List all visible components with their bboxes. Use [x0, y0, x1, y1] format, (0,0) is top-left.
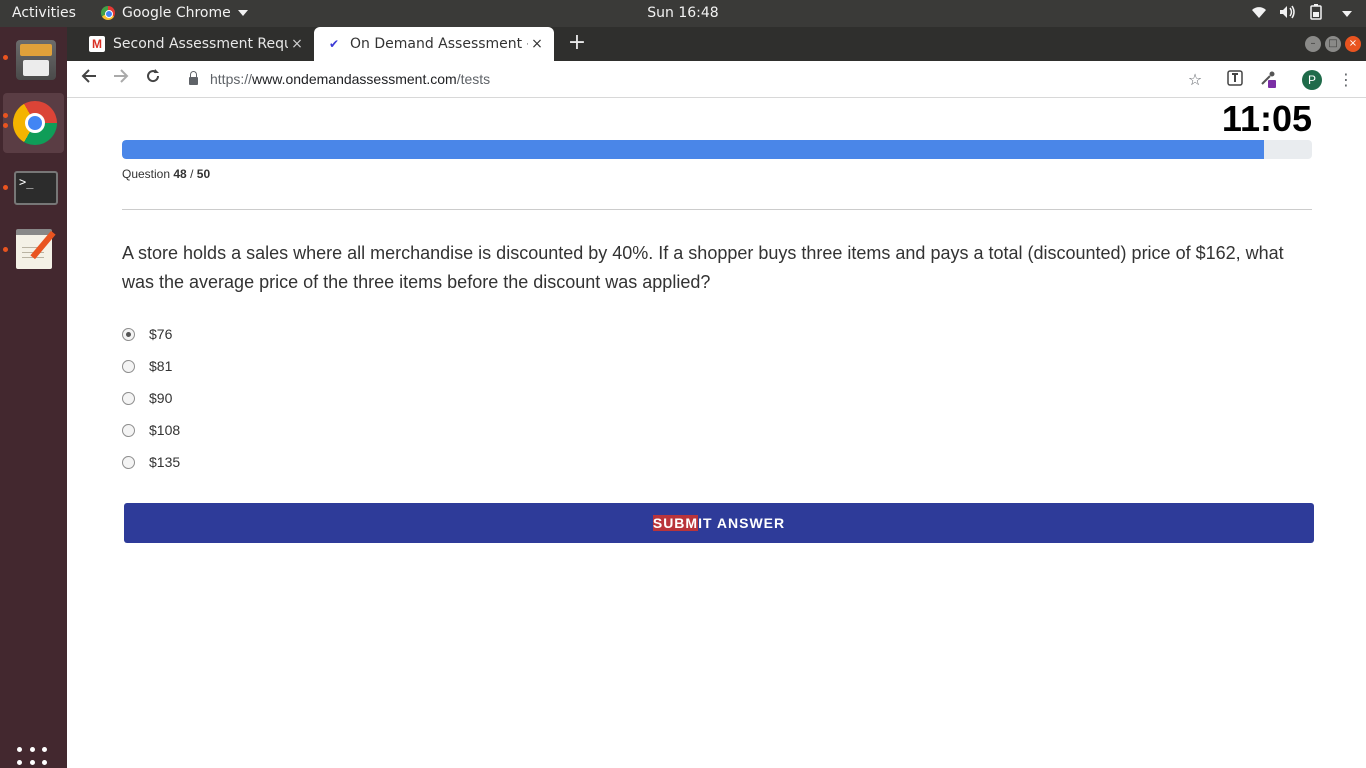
extension-reader-icon[interactable] — [1225, 70, 1245, 90]
grid-dot-icon — [29, 759, 35, 765]
grid-dot-icon — [42, 759, 48, 765]
running-indicator — [3, 123, 8, 128]
dock-item-files[interactable] — [3, 30, 64, 90]
question-separator: / — [190, 167, 194, 181]
question-counter-label: Question — [122, 167, 171, 181]
grid-dot-icon — [42, 747, 48, 752]
progress-bar-fill — [122, 140, 1265, 159]
answer-option-label: $90 — [149, 390, 173, 406]
grid-dot-icon — [29, 747, 35, 752]
countdown-timer: 11:05 — [1221, 98, 1312, 139]
bookmark-star-icon[interactable]: ☆ — [1185, 70, 1205, 90]
new-tab-button[interactable]: + — [565, 31, 589, 55]
show-applications-button[interactable] — [17, 747, 49, 768]
close-window-button[interactable]: × — [1345, 36, 1361, 52]
clock[interactable]: Sun 16:48 — [647, 5, 718, 21]
system-tray[interactable] — [1251, 4, 1352, 24]
gmail-icon: M — [89, 36, 105, 52]
forward-arrow-icon[interactable] — [109, 67, 133, 91]
url-host: www.ondemandassessment.com — [252, 71, 457, 87]
file-cabinet-icon — [16, 40, 56, 80]
terminal-icon: >_ — [14, 171, 58, 205]
address-bar[interactable]: https://www.ondemandassessment.com/tests — [185, 65, 1225, 93]
chrome-icon — [13, 101, 57, 145]
lock-icon — [189, 71, 198, 85]
url-scheme: https:// — [210, 71, 253, 87]
dock: >_ — [0, 27, 67, 768]
dock-item-text-editor[interactable] — [3, 219, 64, 279]
tab-title: Second Assessment Requ — [113, 36, 288, 52]
answer-option[interactable]: $108 — [122, 414, 180, 446]
answer-option[interactable]: $135 — [122, 446, 180, 478]
question-current: 48 — [173, 167, 187, 181]
answer-option[interactable]: $81 — [122, 350, 180, 382]
progress-bar — [122, 140, 1312, 159]
running-indicator — [3, 185, 8, 190]
answer-option-label: $81 — [149, 358, 173, 374]
answer-option[interactable]: $76 — [122, 318, 180, 350]
tab-on-demand-assessment[interactable]: ✔ On Demand Assessment - × — [314, 27, 554, 61]
maximize-button[interactable]: □ — [1325, 36, 1341, 52]
answer-option-label: $76 — [149, 326, 173, 342]
screen: Activities Google Chrome Sun 16:48 >_ M … — [0, 0, 1366, 768]
dock-item-chrome[interactable] — [3, 93, 64, 153]
question-total: 50 — [196, 167, 211, 181]
assessment-page: 11:05 Question 48 / 50 A store holds a s… — [67, 98, 1366, 768]
grid-dot-icon — [17, 747, 22, 752]
answer-option-label: $135 — [149, 454, 181, 470]
activities-button[interactable]: Activities — [12, 5, 76, 21]
app-menu-label: Google Chrome — [122, 5, 231, 21]
profile-avatar[interactable]: P — [1302, 70, 1322, 90]
chrome-icon — [101, 6, 115, 20]
divider — [122, 209, 1312, 210]
app-menu[interactable]: Google Chrome — [101, 5, 248, 21]
chevron-down-icon — [237, 10, 248, 16]
back-arrow-icon[interactable] — [77, 67, 101, 91]
gnome-top-bar: Activities Google Chrome Sun 16:48 — [0, 0, 1366, 27]
browser-tab-strip: M Second Assessment Requ × ✔ On Demand A… — [67, 27, 1366, 61]
answer-option[interactable]: $90 — [122, 382, 180, 414]
running-indicator — [3, 55, 8, 60]
radio-button[interactable] — [122, 423, 135, 437]
wifi-icon — [1251, 5, 1267, 23]
tab-gmail[interactable]: M Second Assessment Requ × — [77, 27, 314, 61]
tab-close-icon[interactable]: × — [528, 36, 546, 52]
question-counter: Question 48 / 50 — [122, 167, 210, 181]
tab-close-icon[interactable]: × — [288, 36, 306, 52]
answer-option-label: $108 — [149, 422, 181, 438]
system-menu-caret-icon — [1342, 11, 1352, 17]
tab-title: On Demand Assessment - — [350, 36, 528, 52]
checkmark-icon: ✔ — [328, 37, 340, 51]
question-text: A store holds a sales where all merchand… — [122, 243, 1284, 292]
dock-item-terminal[interactable]: >_ — [3, 157, 64, 217]
chrome-menu-icon[interactable]: ⋮ — [1336, 70, 1356, 90]
radio-button[interactable] — [122, 359, 135, 373]
submit-label-highlight: SUBM — [652, 515, 699, 531]
running-indicator — [3, 247, 8, 252]
minimize-button[interactable]: – — [1305, 36, 1321, 52]
running-indicator — [3, 113, 8, 118]
extension-eyedropper-icon[interactable] — [1258, 70, 1278, 90]
radio-button[interactable] — [122, 327, 135, 341]
submit-label: IT ANSWER — [698, 515, 786, 531]
radio-button[interactable] — [122, 391, 135, 405]
browser-toolbar: https://www.ondemandassessment.com/tests… — [67, 61, 1366, 98]
grid-dot-icon — [17, 759, 22, 765]
url-path: /tests — [456, 71, 491, 87]
battery-icon — [1309, 4, 1323, 24]
submit-answer-button[interactable]: SUBM IT ANSWER — [124, 503, 1314, 543]
volume-icon — [1279, 5, 1297, 23]
answer-options: $76 $81 $90 $108 $135 — [122, 318, 180, 478]
radio-button[interactable] — [122, 455, 135, 469]
reload-icon[interactable] — [141, 67, 165, 91]
